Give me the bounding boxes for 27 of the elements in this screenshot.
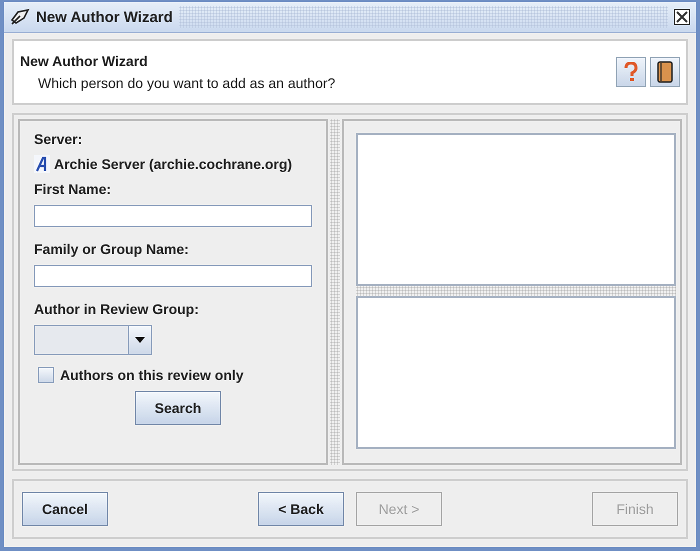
input-field[interactable]	[34, 205, 312, 227]
server-name: Archie Server (archie.cochrane.org)	[54, 156, 292, 172]
input-field[interactable]	[34, 265, 312, 287]
wizard-button[interactable]: Cancel	[22, 492, 108, 526]
question-icon	[624, 62, 638, 82]
quill-icon	[10, 8, 30, 26]
search-button[interactable]: Search	[135, 391, 221, 425]
book-button[interactable]	[650, 57, 680, 87]
field-label: First Name:	[34, 181, 112, 197]
caret-icon	[135, 337, 145, 343]
checkbox-label: Authors on this review only	[60, 367, 244, 383]
server-label: Server:	[34, 131, 84, 147]
checkbox[interactable]	[38, 367, 54, 383]
splitter-handle[interactable]	[330, 119, 340, 465]
field-label: Author in Review Group:	[34, 301, 200, 317]
field-label: Family or Group Name:	[34, 241, 190, 257]
window-title: New Author Wizard	[36, 8, 173, 26]
book-icon	[657, 61, 673, 83]
wizard-title: New Author Wizard	[20, 53, 149, 69]
results-list[interactable]	[356, 133, 676, 286]
wizard-button[interactable]: < Back	[258, 492, 344, 526]
review-group-dropdown[interactable]	[34, 325, 152, 355]
details-list[interactable]	[356, 296, 676, 449]
close-icon[interactable]	[674, 9, 690, 25]
wizard-subtitle: Which person do you want to add as an author?	[37, 75, 336, 91]
splitter-handle[interactable]	[356, 286, 676, 296]
letter-a-icon	[34, 155, 50, 173]
